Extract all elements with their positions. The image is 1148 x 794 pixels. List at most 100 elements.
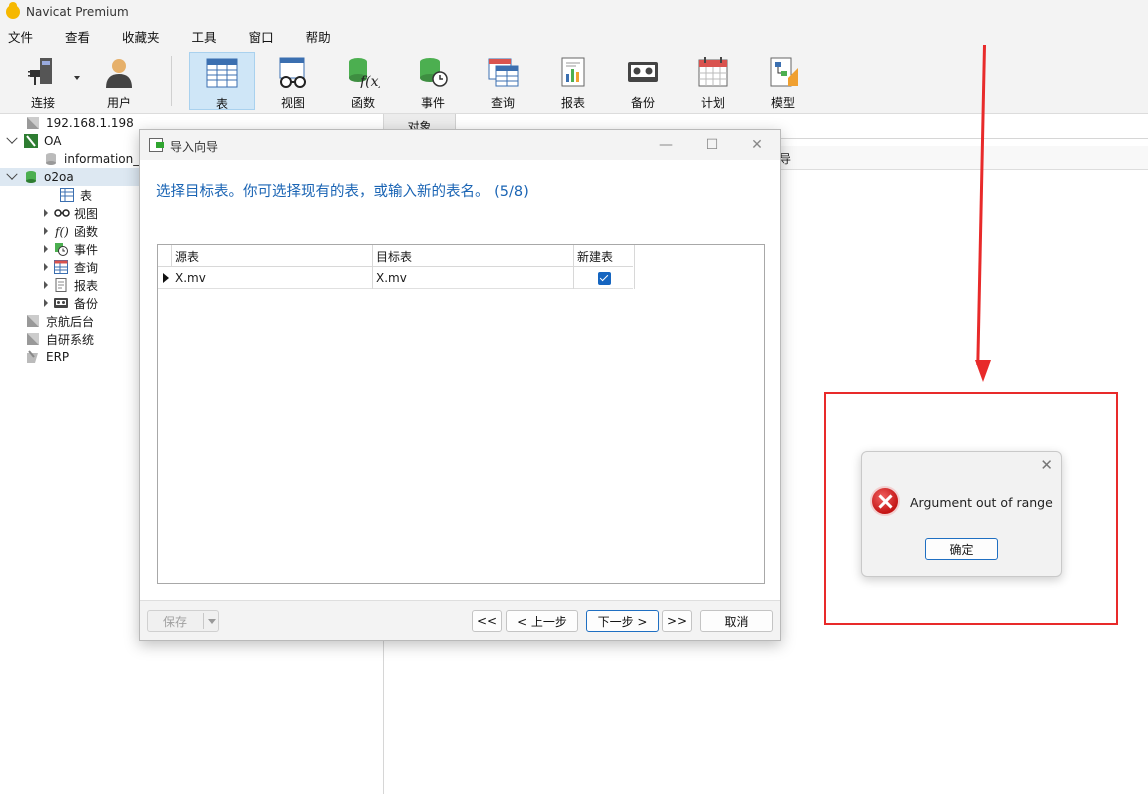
connection-icon bbox=[24, 134, 38, 148]
error-dialog: ✕ Argument out of range 确定 bbox=[861, 451, 1062, 577]
model-label: 模型 bbox=[770, 96, 795, 110]
grid-header: 源表 目标表 新建表 bbox=[158, 245, 635, 267]
error-icon bbox=[870, 486, 900, 516]
model-button[interactable]: 模型 bbox=[750, 52, 816, 110]
schedule-button[interactable]: 计划 bbox=[680, 52, 746, 110]
wizard-body: 选择目标表。你可选择现有的表，或输入新的表名。 (5/8) 源表 目标表 新建表… bbox=[140, 160, 780, 600]
tree-label: 事件 bbox=[74, 242, 99, 257]
first-step-button[interactable]: << bbox=[472, 610, 502, 632]
user-label: 用户 bbox=[106, 96, 131, 110]
event-icon bbox=[54, 242, 68, 256]
chevron-down-icon[interactable] bbox=[6, 132, 18, 144]
close-icon[interactable]: ✕ bbox=[747, 136, 767, 154]
new-table-checkbox[interactable] bbox=[597, 271, 611, 285]
connect-label: 连接 bbox=[30, 96, 55, 110]
user-button[interactable]: 用户 bbox=[86, 52, 152, 110]
grid-indicator-header bbox=[158, 245, 172, 267]
event-button[interactable]: 事件 bbox=[400, 52, 466, 110]
cell-target-table[interactable]: X.mv bbox=[373, 267, 574, 289]
navicat-logo-icon bbox=[6, 2, 20, 19]
tree-label: information_s bbox=[64, 152, 146, 166]
view-icon bbox=[276, 56, 310, 88]
report-button[interactable]: 报表 bbox=[540, 52, 606, 110]
query-button[interactable]: 查询 bbox=[470, 52, 536, 110]
database-icon bbox=[44, 152, 58, 166]
chevron-right-icon[interactable] bbox=[44, 245, 48, 253]
chevron-right-icon[interactable] bbox=[44, 209, 48, 217]
tree-label: 函数 bbox=[74, 224, 99, 239]
save-button[interactable]: 保存 bbox=[147, 610, 219, 632]
background-toolbar bbox=[780, 146, 1148, 170]
svg-text:f(): f() bbox=[54, 225, 68, 238]
last-step-button[interactable]: >> bbox=[662, 610, 692, 632]
table-icon bbox=[60, 188, 74, 202]
tree-db-o2oa[interactable]: o2oa bbox=[0, 168, 140, 186]
connection-icon bbox=[26, 332, 40, 346]
function-label: 函数 bbox=[350, 96, 375, 110]
import-icon bbox=[149, 138, 164, 152]
next-step-button[interactable]: 下一步 > bbox=[586, 610, 659, 632]
ok-button[interactable]: 确定 bbox=[925, 538, 998, 560]
database-icon bbox=[24, 170, 38, 184]
query-icon bbox=[486, 56, 520, 88]
view-button[interactable]: 视图 bbox=[260, 52, 326, 110]
close-icon[interactable]: ✕ bbox=[1040, 456, 1053, 474]
query-label: 查询 bbox=[490, 96, 515, 110]
maximize-icon[interactable]: ☐ bbox=[702, 136, 722, 154]
column-header-source[interactable]: 源表 bbox=[172, 245, 373, 267]
function-button[interactable]: f(x) 函数 bbox=[330, 52, 396, 110]
main-toolbar: 连接 用户 表 视图 f(x) 函数 事件 查询 bbox=[0, 48, 1148, 114]
wizard-step-heading: 选择目标表。你可选择现有的表，或输入新的表名。 (5/8) bbox=[156, 184, 529, 200]
cell-new-table[interactable] bbox=[574, 267, 635, 289]
plug-icon bbox=[26, 56, 60, 88]
query-icon bbox=[54, 260, 68, 274]
chevron-right-icon[interactable] bbox=[44, 299, 48, 307]
table-mapping-grid: 源表 目标表 新建表 X.mv X.mv bbox=[157, 244, 765, 584]
menu-help[interactable]: 帮助 bbox=[298, 27, 339, 46]
table-label: 表 bbox=[215, 97, 228, 111]
tree-label: ERP bbox=[46, 350, 70, 364]
wizard-title-bar: 导入向导 — ☐ ✕ bbox=[140, 130, 780, 160]
connect-dropdown-icon[interactable] bbox=[74, 76, 80, 80]
cell-source-table[interactable]: X.mv bbox=[172, 267, 373, 289]
tree-label: 备份 bbox=[74, 296, 99, 311]
model-icon bbox=[766, 56, 800, 88]
function-icon: f(x) bbox=[346, 56, 384, 90]
table-button[interactable]: 表 bbox=[189, 52, 255, 111]
menu-window[interactable]: 窗口 bbox=[241, 27, 282, 46]
cancel-button[interactable]: 取消 bbox=[700, 610, 773, 632]
connection-icon bbox=[26, 314, 40, 328]
report-label: 报表 bbox=[560, 96, 585, 110]
menu-file[interactable]: 文件 bbox=[0, 27, 41, 46]
save-label: 保存 bbox=[163, 614, 188, 629]
menu-favorites[interactable]: 收藏夹 bbox=[114, 27, 168, 46]
menu-tools[interactable]: 工具 bbox=[184, 27, 225, 46]
backup-button[interactable]: 备份 bbox=[610, 52, 676, 110]
chevron-right-icon[interactable] bbox=[44, 227, 48, 235]
chevron-right-icon[interactable] bbox=[44, 263, 48, 271]
tree-label: 报表 bbox=[74, 278, 99, 293]
tree-label: o2oa bbox=[44, 170, 74, 184]
chevron-down-icon[interactable] bbox=[208, 619, 216, 624]
table-row[interactable]: X.mv X.mv bbox=[158, 267, 635, 289]
connect-button[interactable]: 连接 bbox=[10, 52, 76, 110]
report-icon bbox=[556, 56, 590, 88]
event-icon bbox=[416, 56, 450, 88]
svg-text:f(x): f(x) bbox=[359, 74, 380, 88]
table-icon bbox=[205, 57, 239, 89]
user-icon bbox=[102, 56, 136, 88]
tree-label: 查询 bbox=[74, 260, 99, 275]
column-header-target[interactable]: 目标表 bbox=[373, 245, 574, 267]
minimize-icon[interactable]: — bbox=[656, 136, 676, 154]
menu-bar: 文件 查看 收藏夹 工具 窗口 帮助 bbox=[0, 24, 1148, 48]
tree-label: 京航后台 bbox=[46, 314, 95, 329]
backup-icon bbox=[626, 56, 660, 88]
previous-step-button[interactable]: < 上一步 bbox=[506, 610, 578, 632]
tree-label: 自研系统 bbox=[46, 332, 95, 347]
menu-view[interactable]: 查看 bbox=[57, 27, 98, 46]
chevron-down-icon[interactable] bbox=[6, 168, 18, 180]
chevron-right-icon[interactable] bbox=[44, 281, 48, 289]
tree-label: 视图 bbox=[74, 206, 99, 221]
column-header-new-table[interactable]: 新建表 bbox=[574, 245, 635, 267]
save-split-divider bbox=[203, 613, 204, 629]
